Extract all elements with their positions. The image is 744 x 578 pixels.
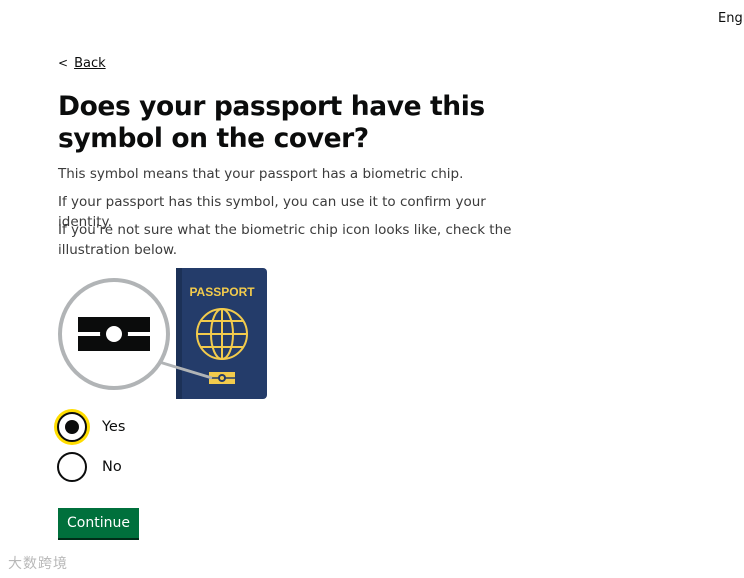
- page-title: Does your passport have this symbol on t…: [58, 91, 485, 154]
- passport-label: PASSPORT: [189, 285, 255, 299]
- radio-yes-label[interactable]: Yes: [102, 419, 125, 435]
- back-label: Back: [74, 56, 106, 71]
- continue-button[interactable]: Continue: [58, 508, 139, 538]
- radio-option-no[interactable]: No: [57, 452, 122, 482]
- radio-option-yes[interactable]: Yes: [57, 412, 125, 442]
- chevron-left-icon: <: [58, 56, 69, 70]
- watermark-logo: 大数跨境: [8, 553, 68, 573]
- radio-yes-input[interactable]: [57, 412, 87, 442]
- globe-icon: [196, 308, 248, 360]
- back-link[interactable]: < Back: [58, 56, 106, 71]
- watermark-text: 大数跨境: [8, 556, 68, 572]
- radio-no-input[interactable]: [57, 452, 87, 482]
- passport-illustration: PASSPORT: [56, 266, 271, 402]
- chip-symbol-magnified-icon: [58, 278, 170, 390]
- help-paragraph: If you're not sure what the biometric ch…: [58, 222, 512, 258]
- chip-symbol-small-icon: [209, 372, 235, 384]
- language-toggle-link[interactable]: Engli: [718, 11, 744, 26]
- radio-no-label[interactable]: No: [102, 459, 122, 475]
- passport-cover-image: PASSPORT: [176, 268, 267, 399]
- intro-paragraph: This symbol means that your passport has…: [58, 166, 464, 182]
